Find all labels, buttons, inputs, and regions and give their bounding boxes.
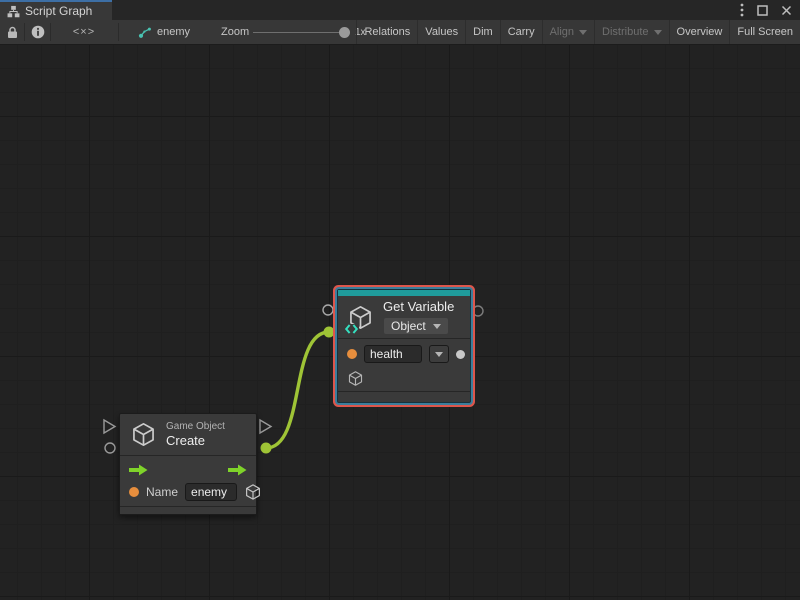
- node-title: Get Variable: [383, 299, 454, 315]
- name-input[interactable]: [185, 483, 237, 501]
- overview-button[interactable]: Overview: [669, 20, 730, 44]
- lock-icon: [7, 26, 18, 39]
- lock-button[interactable]: [0, 20, 24, 44]
- relations-button[interactable]: Relations: [356, 20, 417, 44]
- node-footer: [120, 506, 256, 514]
- tab-script-graph[interactable]: Script Graph: [0, 0, 112, 20]
- value-output-port-icon[interactable]: [456, 350, 465, 359]
- node-game-object-create[interactable]: Game Object Create Name: [119, 413, 257, 515]
- graph-canvas[interactable]: Get Variable Object: [0, 45, 800, 600]
- tab-title: Script Graph: [25, 4, 92, 18]
- node-category: Game Object: [166, 421, 225, 433]
- getvariable-value-output-bubble[interactable]: [473, 306, 483, 316]
- chevron-down-icon: [654, 30, 662, 35]
- get-variable-icon: [347, 304, 374, 331]
- full-screen-button[interactable]: Full Screen: [729, 20, 800, 44]
- chevron-down-icon: [433, 324, 441, 329]
- variable-scope-dropdown[interactable]: Object: [383, 317, 449, 335]
- graph-toolbar: <×> enemy Zoom 1x Relations Values Dim C…: [0, 20, 800, 45]
- breadcrumb-graph-name: enemy: [157, 26, 190, 38]
- window-titlebar: Script Graph: [0, 0, 800, 20]
- node-footer: [338, 391, 470, 399]
- zoom-label: Zoom: [221, 20, 249, 44]
- create-flow-output-bubble[interactable]: [260, 420, 271, 433]
- kebab-menu-icon[interactable]: [740, 3, 744, 17]
- variable-name-dropdown-button[interactable]: [429, 345, 449, 363]
- align-dropdown-button[interactable]: Align: [542, 20, 594, 44]
- flow-input-arrow-icon[interactable]: [129, 464, 148, 476]
- zoom-slider-handle[interactable]: [339, 27, 350, 38]
- angle-brackets-icon: [344, 324, 359, 334]
- game-object-icon: [130, 421, 157, 448]
- getvariable-name-input-bubble[interactable]: [323, 305, 333, 315]
- getvariable-object-input-port-connected[interactable]: [324, 327, 335, 338]
- breadcrumb[interactable]: enemy: [138, 20, 190, 44]
- graph-hierarchy-icon: [7, 5, 20, 18]
- variable-name-input[interactable]: [364, 345, 422, 363]
- chevron-down-icon: [435, 352, 443, 357]
- close-icon[interactable]: [781, 5, 792, 16]
- dim-button[interactable]: Dim: [465, 20, 500, 44]
- node-title: Create: [166, 433, 225, 449]
- create-output-port-connected[interactable]: [261, 443, 272, 454]
- string-port-icon[interactable]: [347, 349, 357, 359]
- code-view-button[interactable]: <×>: [51, 20, 117, 44]
- chevron-down-icon: [579, 30, 587, 35]
- string-port-icon[interactable]: [129, 487, 139, 497]
- create-flow-input-bubble[interactable]: [104, 420, 115, 433]
- code-brackets-icon: <×>: [73, 26, 95, 38]
- zoom-slider-track[interactable]: [253, 32, 341, 33]
- window-controls: [740, 3, 792, 17]
- values-button[interactable]: Values: [417, 20, 465, 44]
- carry-button[interactable]: Carry: [500, 20, 542, 44]
- port-label: Name: [146, 485, 178, 499]
- distribute-dropdown-button[interactable]: Distribute: [594, 20, 668, 44]
- create-name-input-bubble[interactable]: [105, 443, 115, 453]
- flow-output-arrow-icon[interactable]: [228, 464, 247, 476]
- info-button[interactable]: [25, 20, 50, 44]
- game-object-port-icon[interactable]: [347, 370, 364, 387]
- connection-wire[interactable]: [266, 332, 329, 448]
- info-icon: [31, 25, 45, 39]
- graph-network-icon: [138, 26, 152, 39]
- game-object-output-port-icon[interactable]: [244, 483, 262, 501]
- toolbar-button-group: Relations Values Dim Carry Align Distrib…: [356, 20, 800, 44]
- maximize-icon[interactable]: [757, 5, 768, 16]
- node-get-variable[interactable]: Get Variable Object: [337, 289, 471, 403]
- toolbar-separator: [118, 23, 119, 41]
